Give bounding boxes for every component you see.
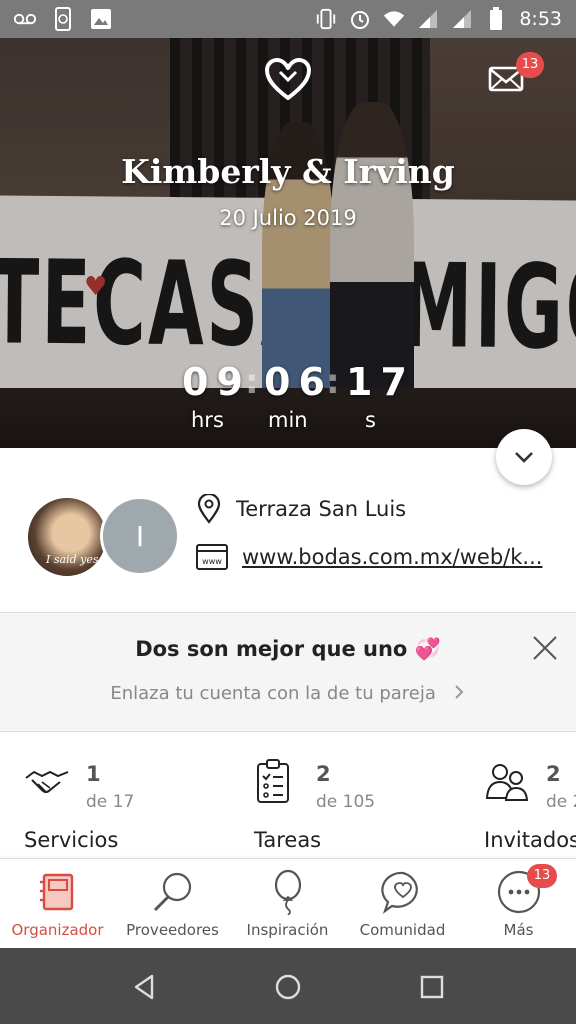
stat-guests[interactable]: 2 de 2 Invitados bbox=[484, 758, 576, 858]
nav-label: Proveedores bbox=[126, 921, 219, 939]
nav-mas[interactable]: 13 Más bbox=[461, 859, 576, 949]
stat-services[interactable]: 1 de 17 Servicios bbox=[24, 758, 224, 858]
location-pin-icon bbox=[197, 494, 221, 524]
nav-inspiracion[interactable]: Inspiración bbox=[230, 859, 345, 949]
nav-organizador[interactable]: Organizador bbox=[0, 859, 115, 949]
countdown-separator: : bbox=[245, 362, 259, 402]
chat-heart-icon bbox=[380, 871, 418, 914]
alarm-icon bbox=[349, 8, 371, 30]
venue-name: Terraza San Luis bbox=[236, 497, 407, 521]
balloon-icon bbox=[274, 869, 301, 915]
stat-total: de 2 bbox=[546, 792, 576, 812]
nav-proveedores[interactable]: Proveedores bbox=[115, 859, 230, 949]
home-icon[interactable] bbox=[273, 972, 303, 1002]
nav-label: Más bbox=[503, 921, 534, 939]
stat-count: 2 bbox=[316, 762, 331, 786]
signal-icon bbox=[417, 8, 439, 30]
close-icon[interactable] bbox=[530, 633, 560, 663]
planner-icon bbox=[39, 873, 73, 911]
chevron-right-icon bbox=[454, 685, 464, 699]
prompt-title: Dos son mejor que uno 💞 bbox=[135, 637, 441, 661]
signal-icon bbox=[451, 8, 473, 30]
nav-label: Inspiración bbox=[246, 921, 329, 939]
nav-label: Comunidad bbox=[359, 921, 446, 939]
link-partner-banner: Dos son mejor que uno 💞 Enlaza tu cuenta… bbox=[0, 612, 576, 732]
web-icon: www bbox=[196, 544, 228, 570]
phone-sync-icon bbox=[52, 7, 74, 31]
website-row[interactable]: www www.bodas.com.mx/web/k... bbox=[196, 544, 558, 570]
stat-count: 2 bbox=[546, 762, 561, 786]
website-link[interactable]: www.bodas.com.mx/web/k... bbox=[242, 545, 558, 569]
venue-row[interactable]: Terraza San Luis bbox=[196, 494, 406, 524]
stat-label: Servicios bbox=[24, 828, 119, 852]
wifi-icon bbox=[383, 8, 405, 30]
svg-text:www: www bbox=[202, 557, 222, 566]
voicemail-icon bbox=[14, 8, 36, 30]
stat-count: 1 bbox=[86, 762, 101, 786]
heart-logo-icon bbox=[265, 58, 311, 100]
battery-icon bbox=[485, 7, 507, 30]
countdown-hours: 09 bbox=[182, 360, 251, 404]
stat-label: Tareas bbox=[254, 828, 322, 852]
clock-time: 8:53 bbox=[519, 8, 562, 30]
stat-total: de 105 bbox=[316, 792, 376, 812]
search-icon bbox=[153, 872, 191, 912]
bottom-navigation: Organizador Proveedores Inspiración Comu… bbox=[0, 858, 576, 948]
countdown-seconds: 17 bbox=[346, 360, 415, 404]
more-badge: 13 bbox=[527, 864, 557, 888]
recents-icon[interactable] bbox=[417, 972, 447, 1002]
image-icon bbox=[90, 8, 112, 30]
nav-comunidad[interactable]: Comunidad bbox=[345, 859, 460, 949]
vibrate-icon bbox=[315, 8, 337, 30]
handshake-icon bbox=[25, 770, 69, 793]
countdown-seconds-label: s bbox=[365, 408, 376, 432]
countdown-minutes-label: min bbox=[268, 408, 308, 432]
avatar-caption: I said yes bbox=[46, 553, 99, 566]
countdown-separator: : bbox=[326, 362, 340, 402]
countdown-hours-label: hrs bbox=[191, 408, 224, 432]
link-partner-link[interactable]: Enlaza tu cuenta con la de tu pareja bbox=[0, 683, 576, 704]
wedding-date: 20 Julio 2019 bbox=[219, 206, 357, 230]
mail-badge: 13 bbox=[516, 52, 544, 78]
system-navigation-bar bbox=[0, 948, 576, 1024]
countdown-minutes: 06 bbox=[264, 360, 333, 404]
expand-button[interactable] bbox=[496, 429, 552, 485]
checklist-icon bbox=[257, 759, 289, 803]
back-icon[interactable] bbox=[130, 972, 160, 1002]
guests-icon bbox=[485, 764, 529, 801]
status-bar: 8:53 bbox=[0, 0, 576, 38]
partner-avatar[interactable]: I bbox=[100, 496, 180, 576]
stat-tasks[interactable]: 2 de 105 Tareas bbox=[254, 758, 454, 858]
chevron-down-icon bbox=[515, 452, 533, 463]
nav-label: Organizador bbox=[11, 921, 104, 939]
partner-initial: I bbox=[135, 519, 145, 553]
stat-total: de 17 bbox=[86, 792, 135, 812]
couple-names: Kimberly & Irving bbox=[121, 152, 455, 191]
stat-label: Invitados bbox=[484, 828, 576, 852]
link-partner-text: Enlaza tu cuenta con la de tu pareja bbox=[110, 683, 436, 704]
user-avatar[interactable]: I said yes bbox=[26, 496, 108, 578]
